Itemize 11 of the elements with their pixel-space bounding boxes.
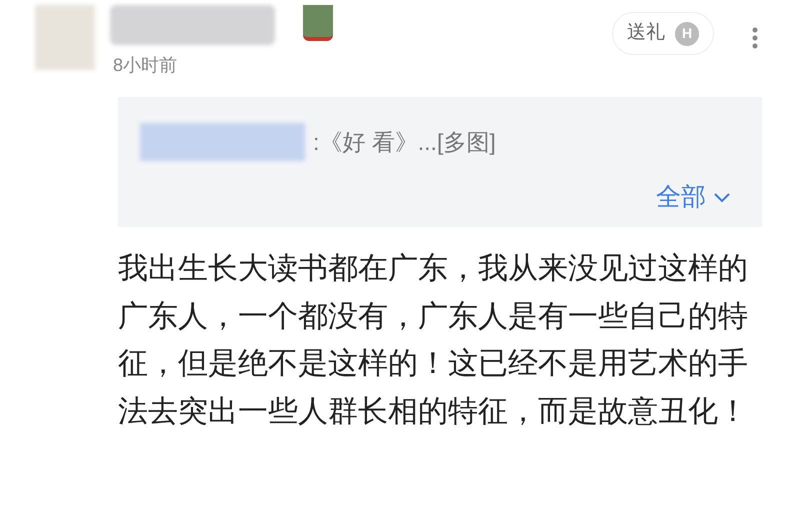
more-options-icon[interactable] [752, 27, 758, 49]
badge-icon [303, 5, 333, 41]
chevron-down-icon [714, 192, 730, 203]
timestamp: 8小时前 [112, 54, 178, 77]
quoted-post-text: :《好 看》...[多图] [313, 128, 496, 157]
comment-text: 我出生长大读书都在广东，我从来没见过这样的广东人，一个都没有，广东人是有一些自己的特征，但是绝不是这样的！这已经不是用艺术的手法去突出一些人群长相的特征，而是故意丑化！ [118, 251, 749, 430]
quoted-post-card[interactable]: :《好 看》...[多图] 全部 [118, 97, 762, 227]
expand-all-link[interactable]: 全部 [656, 179, 730, 216]
gift-button[interactable]: 送礼 H [612, 12, 714, 55]
blurred-avatar [35, 5, 95, 70]
user-level-icon: H [675, 22, 699, 46]
